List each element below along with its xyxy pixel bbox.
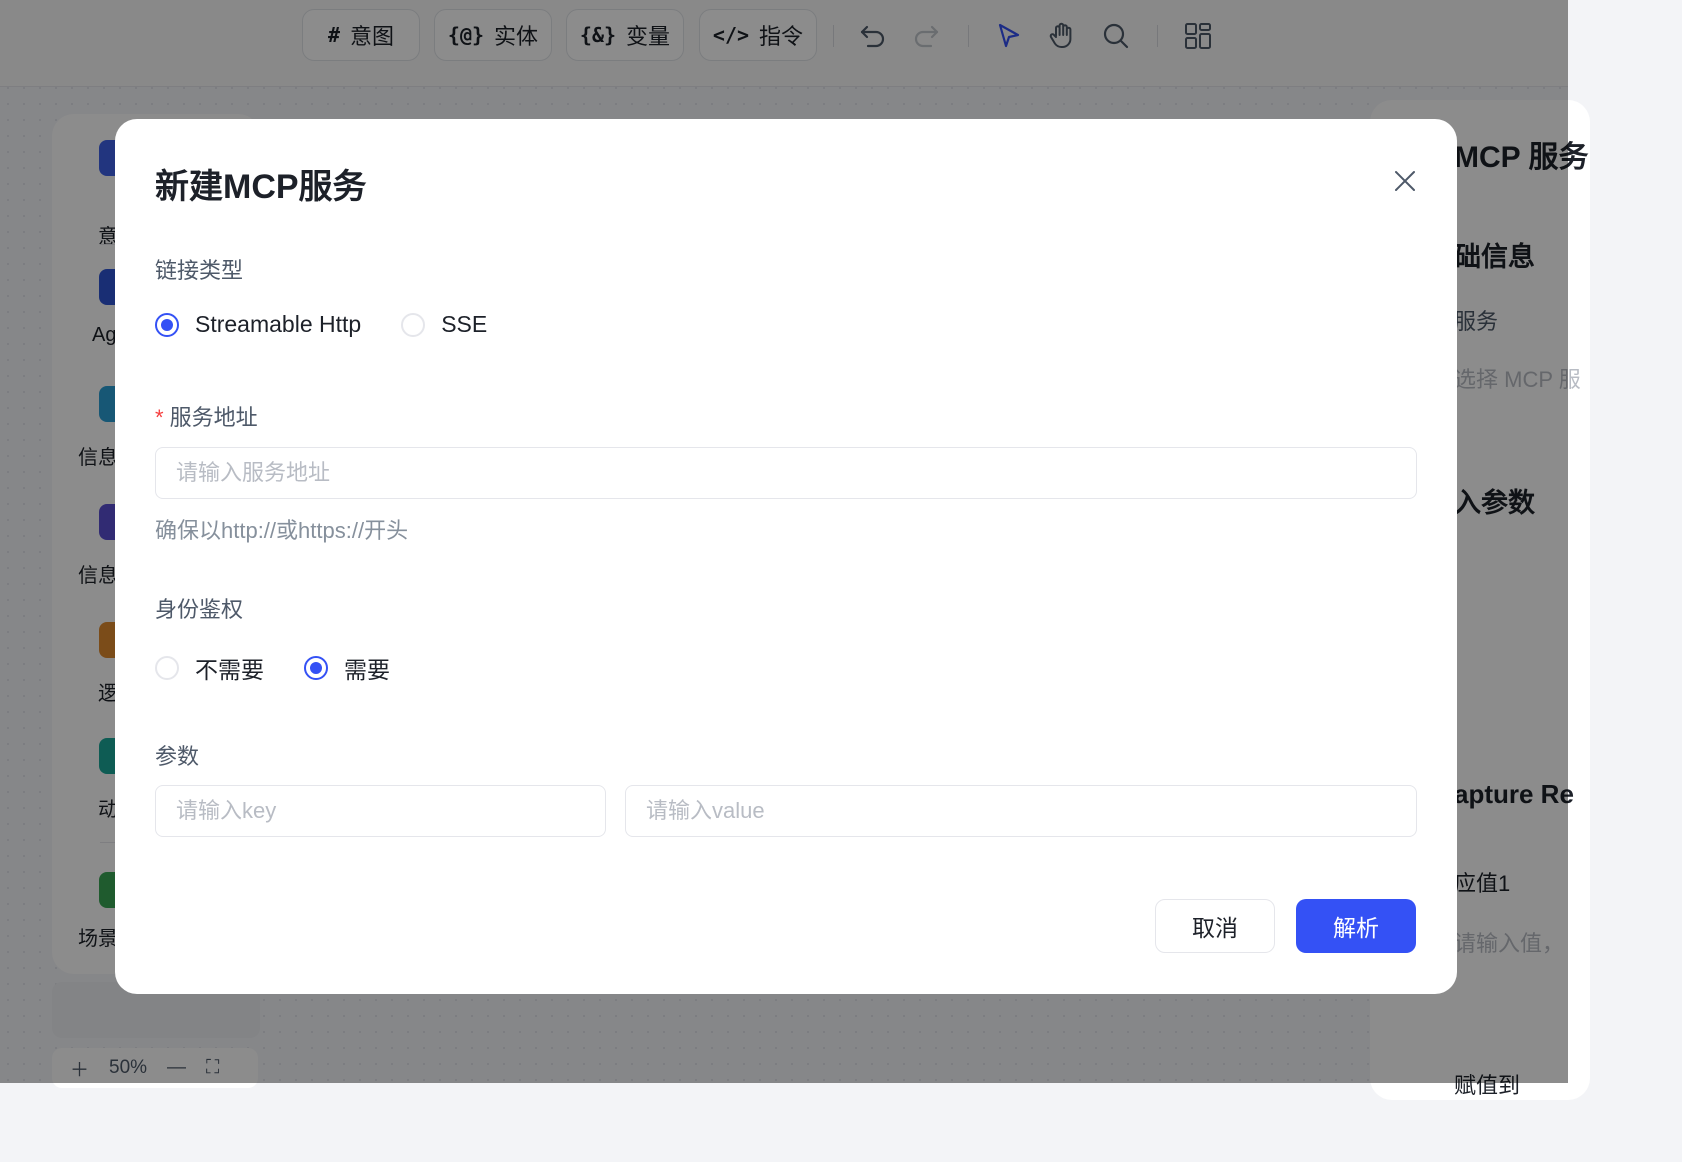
radio-streamable-http[interactable]: Streamable Http (155, 311, 361, 338)
radio-label: Streamable Http (195, 311, 362, 337)
auth-label: 身份鉴权 (155, 597, 244, 622)
required-mark: * (155, 405, 164, 430)
radio-indicator (155, 312, 179, 337)
cancel-button[interactable]: 取消 (1155, 899, 1275, 953)
radio-sse[interactable]: SSE (401, 311, 487, 338)
radio-label: SSE (441, 311, 488, 337)
dialog-title: 新建MCP服务 (155, 168, 367, 206)
radio-indicator (155, 656, 179, 680)
parse-button[interactable]: 解析 (1296, 899, 1416, 953)
radio-auth-required[interactable]: 需要 (304, 651, 390, 685)
link-type-label: 链接类型 (155, 258, 244, 283)
close-button[interactable] (1385, 161, 1425, 201)
create-mcp-service-dialog: 新建MCP服务 链接类型 Streamable Http SSE *服务地址 确… (115, 119, 1457, 994)
close-icon (1395, 171, 1415, 191)
radio-indicator (401, 312, 426, 337)
service-url-input[interactable] (155, 447, 1417, 499)
service-url-label-text: 服务地址 (169, 405, 258, 430)
service-url-label: * 服务地址 (155, 400, 258, 432)
link-type-radio-group: Streamable Http SSE (155, 311, 527, 338)
params-label: 参数 (155, 744, 200, 769)
radio-label: 需要 (344, 657, 390, 683)
param-value-input[interactable] (625, 785, 1417, 837)
radio-label: 不需要 (195, 657, 264, 683)
service-url-hint: 确保以http://或https://开头 (155, 518, 409, 543)
auth-radio-group: 不需要 需要 (155, 651, 430, 685)
radio-indicator (304, 656, 328, 680)
param-key-input[interactable] (155, 785, 606, 837)
radio-auth-none[interactable]: 不需要 (155, 651, 264, 685)
